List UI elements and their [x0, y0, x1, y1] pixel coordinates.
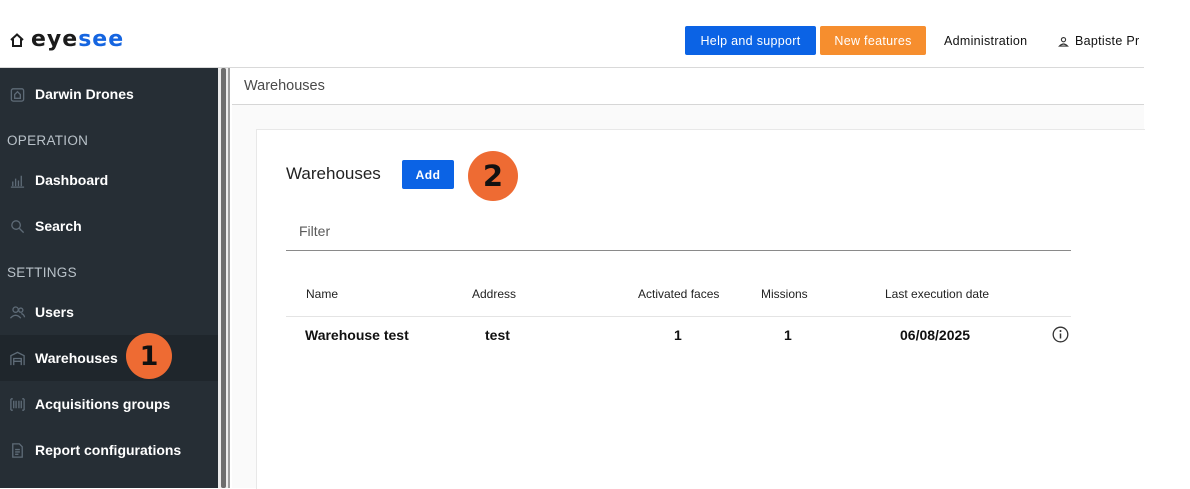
- home-icon: [10, 33, 24, 47]
- logo-text-see: see: [78, 27, 125, 52]
- step-badge-1: 1: [126, 333, 172, 379]
- search-icon: [8, 217, 26, 235]
- document-icon: [8, 441, 26, 459]
- sidebar-item-dashboard[interactable]: Dashboard: [0, 157, 218, 203]
- divider: [228, 68, 230, 488]
- warehouses-card: [256, 129, 1145, 489]
- new-features-button[interactable]: New features: [820, 26, 926, 55]
- sidebar-item-label: Acquisitions groups: [35, 396, 171, 412]
- scrollbar-thumb[interactable]: [221, 68, 226, 488]
- sidebar-item-label: Search: [35, 218, 82, 234]
- info-icon[interactable]: [1052, 326, 1069, 343]
- cell-last-execution-date: 06/08/2025: [900, 327, 971, 343]
- sidebar-item-label: Dashboard: [35, 172, 109, 188]
- user-icon: [1058, 36, 1069, 47]
- cell-missions: 1: [784, 327, 792, 343]
- sidebar-item-label: Users: [35, 304, 74, 320]
- building-icon: [8, 85, 26, 103]
- column-header-name[interactable]: Name: [306, 287, 338, 301]
- column-header-address[interactable]: Address: [472, 287, 516, 301]
- administration-link[interactable]: Administration: [944, 34, 1027, 48]
- sidebar-item-warehouses[interactable]: Warehouses: [0, 335, 218, 381]
- warehouse-icon: [8, 349, 26, 367]
- column-header-last-execution-date[interactable]: Last execution date: [885, 287, 989, 301]
- breadcrumb: Warehouses: [232, 68, 1144, 105]
- step-badge-2: 2: [468, 151, 518, 201]
- help-and-support-button[interactable]: Help and support: [685, 26, 816, 55]
- cell-address: test: [485, 327, 510, 343]
- logo-text-eye: eye: [31, 27, 79, 52]
- top-bar: eyesee Help and support New features Adm…: [0, 0, 1144, 68]
- breadcrumb-current: Warehouses: [244, 78, 325, 94]
- sidebar-item-report-configurations[interactable]: Report configurations: [0, 427, 218, 473]
- column-header-missions[interactable]: Missions: [761, 287, 808, 301]
- user-name: Baptiste Pr: [1075, 34, 1140, 48]
- sidebar-resize-handle[interactable]: [218, 68, 230, 488]
- table-divider: [286, 316, 1071, 317]
- user-menu[interactable]: Baptiste Pr: [1058, 34, 1144, 48]
- sidebar-item-label: Darwin Drones: [35, 86, 134, 102]
- sidebar-item-organization[interactable]: Darwin Drones: [0, 71, 218, 117]
- sidebar-item-label: Report configurations: [35, 442, 182, 458]
- column-header-activated-faces[interactable]: Activated faces: [638, 287, 719, 301]
- section-operation: OPERATION: [7, 133, 89, 148]
- cell-name: Warehouse test: [305, 327, 409, 343]
- sidebar-item-users[interactable]: Users: [0, 289, 218, 335]
- sidebar: Darwin Drones OPERATION Dashboard Search…: [0, 68, 218, 488]
- users-icon: [8, 303, 26, 321]
- filter-input[interactable]: [286, 211, 1071, 251]
- add-warehouse-button[interactable]: Add: [402, 160, 454, 189]
- page-title: Warehouses: [286, 164, 381, 183]
- logo[interactable]: eyesee: [9, 29, 124, 51]
- cell-activated-faces: 1: [674, 327, 682, 343]
- sidebar-item-acquisitions-groups[interactable]: Acquisitions groups: [0, 381, 218, 427]
- barcode-icon: [8, 395, 26, 413]
- bar-chart-icon: [8, 171, 26, 189]
- sidebar-item-search[interactable]: Search: [0, 203, 218, 249]
- sidebar-item-label: Warehouses: [35, 350, 118, 366]
- section-settings: SETTINGS: [7, 265, 77, 280]
